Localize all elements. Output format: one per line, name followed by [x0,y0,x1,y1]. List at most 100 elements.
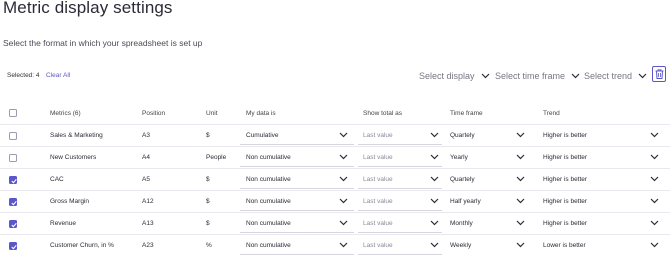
chevron-down-icon [650,154,659,160]
field-underline [358,166,442,167]
metric-unit: $ [206,220,210,227]
show-total-as-value: Last value [363,220,393,227]
field-underline [240,232,354,233]
row-checkbox[interactable] [9,220,17,228]
my-data-is-value: Non cumulative [246,154,291,161]
metric-unit: $ [206,198,210,205]
show-total-as-dropdown[interactable]: Last value [363,191,441,212]
metric-position: A13 [142,220,154,227]
show-total-as-dropdown[interactable]: Last value [363,169,441,190]
time-frame-value: Yearly [450,154,468,161]
metric-position: A5 [142,176,150,183]
my-data-is-dropdown[interactable]: Non cumulative [246,169,352,190]
chevron-down-icon [339,220,348,226]
select-time-frame-label: Select time frame [495,71,566,81]
metric-unit: $ [206,176,210,183]
chevron-down-icon [516,176,525,182]
metrics-table: Metrics (6) Position Unit My data is Sho… [0,102,670,256]
show-total-as-dropdown[interactable]: Last value [363,147,441,168]
my-data-is-dropdown[interactable]: Non cumulative [246,147,352,168]
field-underline [240,188,354,189]
table-row: Gross Margin A12 $ Non cumulative Last v… [0,190,670,212]
metric-name: Sales & Marketing [50,132,103,139]
chevron-down-icon [481,73,490,79]
show-total-as-dropdown[interactable]: Last value [363,213,441,234]
time-frame-value: Quartely [450,132,475,139]
time-frame-dropdown[interactable]: Quartely [450,169,530,190]
chevron-down-icon [339,154,348,160]
show-total-as-value: Last value [363,132,393,139]
time-frame-dropdown[interactable]: Quartely [450,125,530,146]
my-data-is-dropdown[interactable]: Cumulative [246,125,352,146]
trend-dropdown[interactable]: Higher is better [543,125,665,146]
chevron-down-icon [430,154,439,160]
checkmark-icon [10,244,17,250]
chevron-down-icon [638,73,647,79]
field-underline [358,144,442,145]
trend-dropdown[interactable]: Higher is better [543,191,665,212]
chevron-down-icon [516,154,525,160]
metric-position: A4 [142,154,150,161]
trend-dropdown[interactable]: Higher is better [543,213,665,234]
my-data-is-value: Non cumulative [246,220,291,227]
metric-position: A12 [142,198,154,205]
chevron-down-icon [339,198,348,204]
trend-dropdown[interactable]: Higher is better [543,147,665,168]
chevron-down-icon [516,242,525,248]
time-frame-value: Weekly [450,242,472,249]
page-title: Metric display settings [3,0,173,17]
select-display-label: Select display [419,71,475,81]
table-row: Revenue A13 $ Non cumulative Last value … [0,212,670,234]
time-frame-dropdown[interactable]: Monthly [450,213,530,234]
trend-dropdown[interactable]: Higher is better [543,169,665,190]
column-header-my-data-is: My data is [246,109,276,117]
my-data-is-value: Non cumulative [246,242,291,249]
row-checkbox[interactable] [9,242,17,250]
select-all-checkbox[interactable] [9,109,17,117]
show-total-as-value: Last value [363,176,393,183]
row-checkbox[interactable] [9,132,17,140]
time-frame-dropdown[interactable]: Half yearly [450,191,530,212]
trend-value: Lower is better [543,242,586,249]
chevron-down-icon [650,132,659,138]
my-data-is-dropdown[interactable]: Non cumulative [246,191,352,212]
metric-name: Revenue [50,220,77,227]
metric-position: A3 [142,132,150,139]
time-frame-dropdown[interactable]: Yearly [450,147,530,168]
show-total-as-value: Last value [363,198,393,205]
my-data-is-dropdown[interactable]: Non cumulative [246,213,352,234]
chevron-down-icon [650,176,659,182]
show-total-as-value: Last value [363,154,393,161]
select-trend-dropdown[interactable]: Select trend [584,69,647,83]
column-header-trend: Trend [543,109,560,117]
row-checkbox[interactable] [9,154,17,162]
field-underline [358,254,442,255]
chevron-down-icon [339,132,348,138]
selected-count: Selected: 4 [7,72,40,79]
metric-name: New Customers [50,154,97,161]
delete-button[interactable] [652,66,666,82]
trend-value: Higher is better [543,198,588,205]
time-frame-value: Half yearly [450,198,481,205]
field-underline [240,144,354,145]
select-time-frame-dropdown[interactable]: Select time frame [495,69,580,83]
trash-icon [655,69,664,79]
checkmark-icon [10,222,17,228]
select-trend-label: Select trend [584,71,633,81]
show-total-as-dropdown[interactable]: Last value [363,125,441,146]
field-underline [240,254,354,255]
trend-value: Higher is better [543,220,588,227]
row-checkbox[interactable] [9,198,17,206]
metric-name: CAC [50,176,64,183]
metric-unit: People [206,154,227,161]
clear-all-link[interactable]: Clear All [46,72,70,79]
trend-value: Higher is better [543,176,588,183]
field-underline [358,210,442,211]
select-display-dropdown[interactable]: Select display [419,69,490,83]
row-checkbox[interactable] [9,176,17,184]
table-row: Sales & Marketing A3 $ Cumulative Last v… [0,124,670,146]
column-header-time-frame: Time frame [450,109,483,117]
chevron-down-icon [430,220,439,226]
chevron-down-icon [430,198,439,204]
time-frame-value: Quartely [450,176,475,183]
